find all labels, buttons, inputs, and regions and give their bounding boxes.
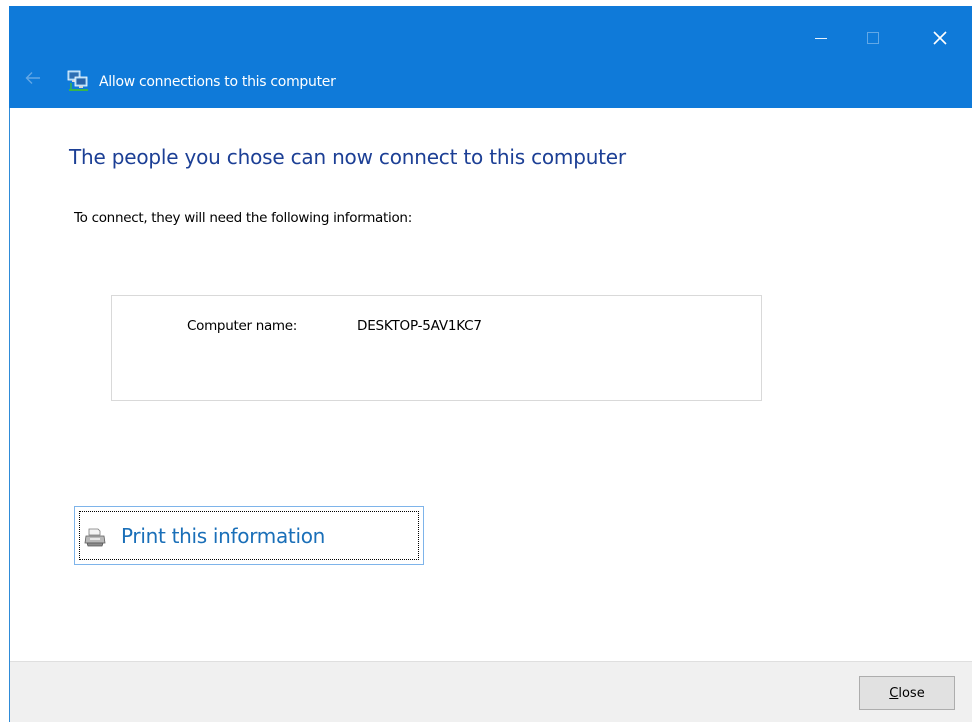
minimize-icon (815, 37, 827, 39)
print-info-link[interactable]: Print this information (74, 506, 424, 565)
close-window-button[interactable] (918, 16, 962, 60)
connection-info-box: Computer name: DESKTOP-5AV1KC7 (111, 295, 762, 401)
back-arrow-icon (25, 72, 40, 84)
title-bar[interactable]: Allow connections to this computer (9, 6, 972, 108)
maximize-icon (867, 32, 879, 44)
close-icon (933, 31, 947, 45)
computer-name-label: Computer name: (187, 318, 298, 334)
print-link-label: Print this information (121, 524, 326, 548)
computer-name-value: DESKTOP-5AV1KC7 (357, 318, 482, 334)
instruction-text: To connect, they will need the following… (74, 210, 412, 226)
back-button[interactable] (19, 64, 47, 92)
page-heading: The people you chose can now connect to … (69, 145, 626, 169)
dialog-footer: Close (10, 661, 972, 722)
dialog-window: Allow connections to this computer The p… (0, 0, 972, 722)
window-border (9, 108, 10, 722)
maximize-button (851, 16, 895, 60)
printer-icon (84, 528, 106, 547)
window-title: Allow connections to this computer (99, 74, 336, 90)
minimize-button[interactable] (799, 16, 843, 60)
close-button[interactable]: Close (859, 676, 955, 710)
close-button-accesskey: C (889, 685, 899, 701)
network-computer-icon (67, 70, 88, 91)
close-button-label: lose (898, 685, 925, 701)
